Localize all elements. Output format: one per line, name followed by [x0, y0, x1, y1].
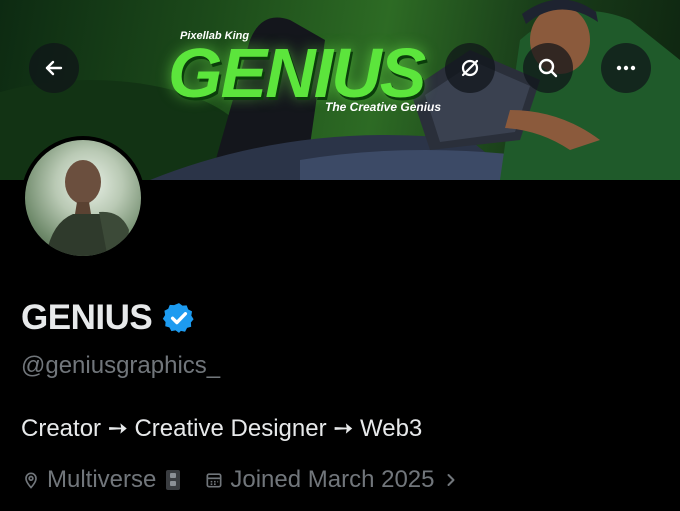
- calendar-icon: [206, 473, 222, 488]
- back-button[interactable]: [29, 43, 79, 93]
- banner-subtitle: The Creative Genius: [325, 100, 442, 114]
- traffic-light-icon: [166, 470, 181, 490]
- avatar-silhouette: [46, 160, 134, 256]
- profile-bio: Creator ➙ Creative Designer ➙ Web3: [21, 415, 423, 442]
- verified-badge-icon[interactable]: [162, 301, 196, 335]
- location-pin-icon: [25, 472, 37, 489]
- grok-icon: [461, 59, 479, 77]
- search-icon: [538, 58, 558, 78]
- profile-name: GENIUS: [21, 298, 153, 337]
- profile-name-row: GENIUS: [21, 298, 196, 338]
- grok-button[interactable]: [445, 43, 495, 93]
- arrow-left-icon: [45, 60, 63, 76]
- joined-item[interactable]: Joined March 2025: [204, 466, 460, 494]
- profile-handle: @geniusgraphics_: [21, 352, 221, 379]
- avatar[interactable]: [21, 136, 145, 260]
- joined-text: Joined March 2025: [230, 466, 435, 493]
- location-item: Multiverse: [21, 466, 181, 494]
- chevron-right-icon: [447, 474, 454, 486]
- more-horizontal-icon: [616, 65, 636, 71]
- banner-title: GENIUS: [168, 34, 426, 112]
- search-button[interactable]: [523, 43, 573, 93]
- more-button[interactable]: [601, 43, 651, 93]
- location-text: Multiverse: [47, 466, 157, 493]
- profile-meta-row: Multiverse Joined March 2025: [21, 466, 485, 494]
